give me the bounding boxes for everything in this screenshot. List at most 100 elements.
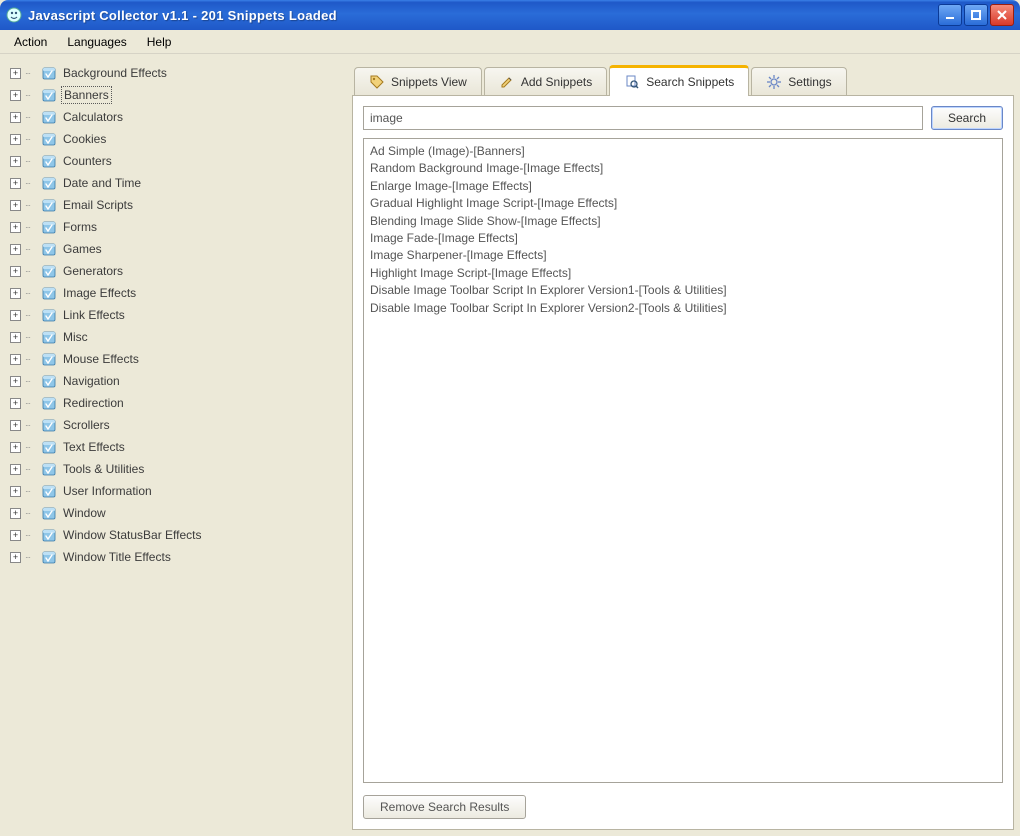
window-buttons	[938, 4, 1018, 26]
expand-icon[interactable]: +	[10, 178, 21, 189]
search-row: Search	[363, 106, 1003, 130]
tree-item[interactable]: + ··· Scrollers	[10, 414, 342, 436]
tree-item[interactable]: +···Forms	[10, 216, 342, 238]
tab-label: Snippets View	[391, 75, 467, 89]
expand-icon[interactable]: +	[10, 420, 21, 431]
search-result-item[interactable]: Blending Image Slide Show-[Image Effects…	[370, 213, 996, 230]
expand-icon[interactable]: +	[10, 332, 21, 343]
tab-snippets-view[interactable]: Snippets View	[354, 67, 482, 95]
tab-settings[interactable]: Settings	[751, 67, 846, 95]
tree-connector: ···	[25, 553, 37, 562]
tree-item-label: Text Effects	[61, 439, 127, 455]
tab-search-snippets[interactable]: Search Snippets	[609, 65, 749, 96]
tree-item-label: Misc	[61, 329, 90, 345]
tree-item[interactable]: +···Redirection	[10, 392, 342, 414]
tree-item[interactable]: +···Window StatusBar Effects	[10, 524, 342, 546]
tree-item[interactable]: +···Navigation	[10, 370, 342, 392]
tree-item[interactable]: + ··· Games	[10, 238, 342, 260]
tree-item[interactable]: +···Text Effects	[10, 436, 342, 458]
expand-icon[interactable]: +	[10, 552, 21, 563]
expand-icon[interactable]: +	[10, 354, 21, 365]
tree-connector: ···	[25, 421, 37, 430]
tab-label: Settings	[788, 75, 831, 89]
tree-item[interactable]: +···Counters	[10, 150, 342, 172]
tree-item-label: Cookies	[61, 131, 108, 147]
tree-item[interactable]: +···Mouse Effects	[10, 348, 342, 370]
folder-icon	[41, 461, 57, 477]
expand-icon[interactable]: +	[10, 310, 21, 321]
minimize-button[interactable]	[938, 4, 962, 26]
tree-item[interactable]: +···Image Effects	[10, 282, 342, 304]
expand-icon[interactable]: +	[10, 464, 21, 475]
search-result-item[interactable]: Ad Simple (Image)-[Banners]	[370, 143, 996, 160]
tree-item[interactable]: +···Window Title Effects	[10, 546, 342, 568]
tree-connector: ···	[25, 245, 37, 254]
expand-icon[interactable]: +	[10, 530, 21, 541]
search-button[interactable]: Search	[931, 106, 1003, 130]
gear-icon	[766, 74, 782, 90]
folder-icon	[41, 329, 57, 345]
tab-add-snippets[interactable]: Add Snippets	[484, 67, 607, 95]
search-result-item[interactable]: Disable Image Toolbar Script In Explorer…	[370, 282, 996, 299]
tree-item[interactable]: +···Generators	[10, 260, 342, 282]
expand-icon[interactable]: +	[10, 266, 21, 277]
tree-item[interactable]: +···Email Scripts	[10, 194, 342, 216]
expand-icon[interactable]: +	[10, 156, 21, 167]
tree-item[interactable]: +···Link Effects	[10, 304, 342, 326]
tree-item[interactable]: +···User Information	[10, 480, 342, 502]
tree-item-label: Games	[61, 241, 104, 257]
tree-item-label: Background Effects	[61, 65, 169, 81]
search-result-item[interactable]: Gradual Highlight Image Script-[Image Ef…	[370, 195, 996, 212]
expand-icon[interactable]: +	[10, 288, 21, 299]
menu-languages[interactable]: Languages	[57, 32, 136, 52]
tree-item[interactable]: +···Window	[10, 502, 342, 524]
expand-icon[interactable]: +	[10, 112, 21, 123]
tree-item-label: Link Effects	[61, 307, 127, 323]
search-result-item[interactable]: Image Fade-[Image Effects]	[370, 230, 996, 247]
menu-help[interactable]: Help	[137, 32, 182, 52]
expand-icon[interactable]: +	[10, 68, 21, 79]
folder-icon	[41, 197, 57, 213]
tree-item[interactable]: +···Background Effects	[10, 62, 342, 84]
close-button[interactable]	[990, 4, 1014, 26]
tree-item-label: Window	[61, 505, 108, 521]
remove-results-button[interactable]: Remove Search Results	[363, 795, 526, 819]
tree-item-label: Scrollers	[61, 417, 112, 433]
expand-icon[interactable]: +	[10, 376, 21, 387]
tree-item-label: Date and Time	[61, 175, 143, 191]
tree-item[interactable]: +···Calculators	[10, 106, 342, 128]
expand-icon[interactable]: +	[10, 90, 21, 101]
tree-item[interactable]: +···Banners	[10, 84, 342, 106]
search-results-list[interactable]: Ad Simple (Image)-[Banners]Random Backgr…	[363, 138, 1003, 783]
tab-label: Search Snippets	[646, 75, 734, 89]
tree-item[interactable]: +···Cookies	[10, 128, 342, 150]
search-result-item[interactable]: Enlarge Image-[Image Effects]	[370, 178, 996, 195]
expand-icon[interactable]: +	[10, 486, 21, 497]
expand-icon[interactable]: +	[10, 398, 21, 409]
search-result-item[interactable]: Highlight Image Script-[Image Effects]	[370, 265, 996, 282]
folder-icon	[41, 241, 57, 257]
tree-item-label: Forms	[61, 219, 99, 235]
folder-icon	[41, 439, 57, 455]
expand-icon[interactable]: +	[10, 200, 21, 211]
tree-item[interactable]: +···Date and Time	[10, 172, 342, 194]
menu-action[interactable]: Action	[4, 32, 57, 52]
maximize-button[interactable]	[964, 4, 988, 26]
tree-item[interactable]: +···Tools & Utilities	[10, 458, 342, 480]
search-result-item[interactable]: Disable Image Toolbar Script In Explorer…	[370, 300, 996, 317]
category-tree[interactable]: +···Background Effects+···Banners+···Cal…	[6, 60, 346, 830]
tree-item-label: Window StatusBar Effects	[61, 527, 204, 543]
search-result-item[interactable]: Random Background Image-[Image Effects]	[370, 160, 996, 177]
expand-icon[interactable]: +	[10, 508, 21, 519]
search-input[interactable]	[363, 106, 923, 130]
search-panel: Search Ad Simple (Image)-[Banners]Random…	[352, 96, 1014, 830]
search-result-item[interactable]: Image Sharpener-[Image Effects]	[370, 247, 996, 264]
expand-icon[interactable]: +	[10, 222, 21, 233]
title-bar: Javascript Collector v1.1 - 201 Snippets…	[0, 0, 1020, 30]
tree-item[interactable]: +···Misc	[10, 326, 342, 348]
expand-icon[interactable]: +	[10, 134, 21, 145]
expand-icon[interactable]: +	[10, 442, 21, 453]
main-panel: Snippets View Add Snippets Search Snippets…	[352, 60, 1014, 830]
expand-icon[interactable]: +	[10, 244, 21, 255]
tag-icon	[369, 74, 385, 90]
